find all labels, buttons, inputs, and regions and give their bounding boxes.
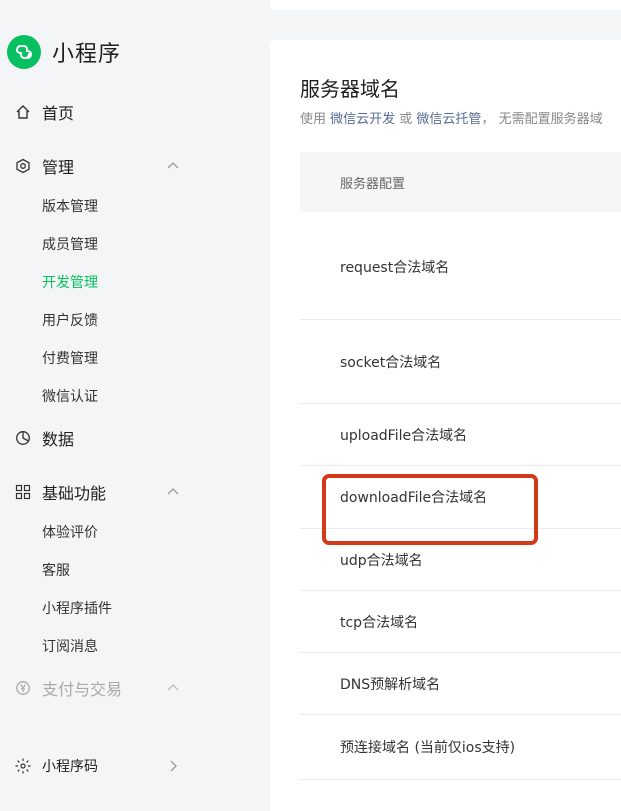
sidebar-subitem-members[interactable]: 成员管理 [42,234,98,256]
description: 使用 微信云开发 或 微信云托管， 无需配置服务器域 [300,108,603,127]
sidebar-subitem-wechat-verify[interactable]: 微信认证 [42,386,98,408]
cloud-hosting-link[interactable]: 微信云托管 [416,112,481,127]
chevron-up-icon[interactable] [165,158,181,174]
qrcode-icon [14,757,32,775]
row-label: DNS预解析域名 [340,677,441,693]
column-header: 服务器配置 [340,177,406,192]
sidebar-item-data[interactable]: 数据 [14,424,74,452]
chevron-right-icon[interactable] [165,758,181,774]
mini-program-logo-icon [7,35,41,69]
home-icon [14,103,32,121]
sidebar-item-payment[interactable]: 支付与交易 [14,674,122,702]
sidebar-item-home[interactable]: 首页 [14,98,74,126]
settings-hexagon-icon [14,157,32,175]
sidebar-subitem-subscribe[interactable]: 订阅消息 [42,636,98,658]
page-title: 服务器域名 [300,77,400,101]
top-card [270,0,621,10]
description-suffix: ， 无需配置服务器域 [481,112,603,127]
highlight-annotation-box [322,474,538,545]
sidebar-subitem-service[interactable]: 客服 [42,560,70,582]
table-row: DNS预解析域名 [300,653,621,715]
sidebar-item-label: 数据 [42,430,75,449]
table-row: 预连接域名 (当前仅ios支持) [300,715,621,780]
description-prefix: 使用 [300,112,331,127]
table-row: tcp合法域名 [300,591,621,653]
sidebar: 小程序 首页 管理 版本管理 成员管理 开发管理 用户反馈 付费管理 微信认证 … [0,0,258,811]
row-label: udp合法域名 [340,553,423,569]
table-row: socket合法域名 [300,320,621,404]
grid-icon [14,483,32,501]
row-label: socket合法域名 [340,355,442,371]
sidebar-subitem-feedback[interactable]: 用户反馈 [42,310,98,332]
chevron-up-icon[interactable] [165,680,181,696]
yen-circle-icon [14,679,32,697]
cloud-dev-link[interactable]: 微信云开发 [330,112,395,127]
row-label: 预连接域名 (当前仅ios支持) [340,740,516,756]
sidebar-subitem-payment-manage[interactable]: 付费管理 [42,348,98,370]
sidebar-subitem-plugin[interactable]: 小程序插件 [42,598,112,620]
row-label: request合法域名 [340,260,450,276]
sidebar-item-label: 基础功能 [42,484,107,503]
brand[interactable]: 小程序 [7,34,121,70]
row-label: tcp合法域名 [340,615,419,631]
sidebar-subitem-experience[interactable]: 体验评价 [42,522,98,544]
pie-chart-icon [14,429,32,447]
row-label: uploadFile合法域名 [340,428,468,444]
server-domain-card: 服务器域名 使用 微信云开发 或 微信云托管， 无需配置服务器域 服务器配置 r… [270,40,621,811]
sidebar-item-label: 首页 [42,104,75,123]
sidebar-subitem-version[interactable]: 版本管理 [42,196,98,218]
chevron-up-icon[interactable] [165,484,181,500]
description-middle: 或 [395,112,417,127]
sidebar-item-manage[interactable]: 管理 [14,152,74,180]
sidebar-item-label: 小程序码 [42,759,98,775]
sidebar-item-qrcode[interactable]: 小程序码 [14,752,98,780]
brand-name: 小程序 [52,42,122,67]
table-header: 服务器配置 [300,152,621,212]
table-row: uploadFile合法域名 [300,404,621,466]
sidebar-item-basic[interactable]: 基础功能 [14,478,106,506]
sidebar-subitem-dev[interactable]: 开发管理 [42,272,98,294]
sidebar-item-label: 管理 [42,158,75,177]
table-row: request合法域名 [300,212,621,320]
sidebar-item-label: 支付与交易 [42,680,123,699]
